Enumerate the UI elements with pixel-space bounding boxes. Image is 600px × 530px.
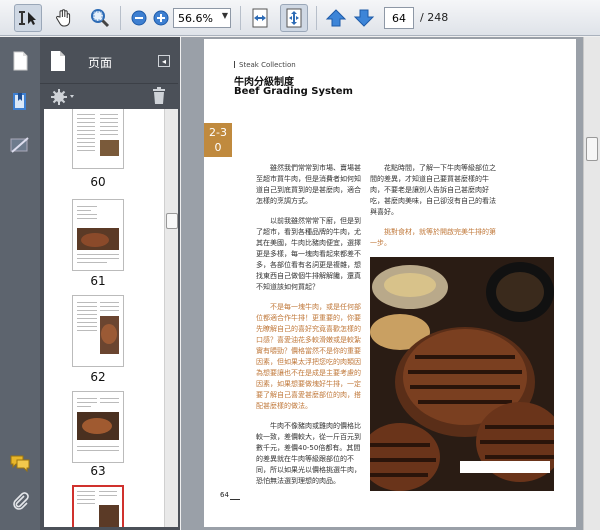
right-column-text: 花點時間，了解一下牛肉等級部位之間的差異，才知道自己要買甚麼樣的牛肉，不要老是讓… [370,163,498,258]
page-number: 64 [220,491,229,499]
pages-panel-icon[interactable] [8,49,32,73]
chevron-down-icon[interactable]: ▼ [222,11,228,20]
section-badge: 2-3 0 [204,123,232,157]
page-number-footer: 64 [220,491,240,500]
section-badge-number: 2-3 [209,126,227,139]
page-thumbnail[interactable] [72,391,124,463]
toolbar: 56.6% ▼ 64 / 248 [0,0,600,36]
document-scrollbar[interactable] [583,37,600,530]
panel-header: 页面 ◂ [40,41,178,83]
left-column-text: 雖然我們常常到市場、賣場甚至超市買牛肉，但是消費者如何知道自己到底買到的是甚麼肉… [256,163,362,496]
bookmarks-icon[interactable] [8,89,32,113]
paragraph: 花點時間，了解一下牛肉等級部位之間的差異，才知道自己要買甚麼樣的牛肉，不要老是讓… [370,164,496,216]
collapse-panel-button[interactable]: ◂ [158,55,170,67]
fit-width-icon[interactable] [246,4,274,32]
paragraph-highlight: 不是每一塊牛肉，或是任何部位都適合作牛排！更重要的，你要先瞭解自己的喜好究竟喜歡… [256,303,361,410]
zoom-level-value: 56.6% [178,11,213,25]
panel-tools [40,83,178,109]
marquee-zoom-icon[interactable] [86,4,114,32]
signatures-icon[interactable] [8,133,32,157]
thumbnail-label: 61 [90,274,106,288]
previous-page-icon[interactable] [322,4,350,32]
page-thumbnail[interactable] [72,199,124,271]
options-gear-icon[interactable] [50,88,76,110]
steak-photo [370,257,554,491]
section-badge-sub: 0 [214,141,222,154]
hand-tool-icon[interactable] [50,4,78,32]
fit-page-icon[interactable] [280,4,308,32]
document-page: Steak Collection 牛肉分級制度 Beef Grading Sys… [204,39,576,527]
pages-panel: 页面 ◂ 60 61 62 63 [40,37,180,530]
thumbnail-label: 60 [90,175,106,189]
page-thumbnail[interactable] [72,109,124,169]
page-total: / 248 [420,11,449,24]
document-scrollbar-thumb[interactable] [586,137,598,161]
thumbnail-label: 62 [90,370,106,384]
pages-icon [48,49,68,77]
page-thumbnail[interactable] [72,295,124,367]
page-number-input[interactable]: 64 [384,7,414,29]
next-page-icon[interactable] [350,4,378,32]
zoom-in-icon[interactable] [147,4,175,32]
toolbar-separator [120,6,121,30]
document-viewport: Steak Collection 牛肉分級制度 Beef Grading Sys… [181,37,600,530]
attachments-icon[interactable] [8,489,32,513]
thumbnail-list: 60 61 62 63 [44,109,178,527]
paragraph-highlight: 挑對食材，就等於開啟完美牛排的第一步。 [370,228,496,247]
toolbar-separator [240,6,241,30]
paragraph: 雖然我們常常到市場、賣場甚至超市買牛肉，但是消費者如何知道自己到底買到的是甚麼肉… [256,164,361,205]
thumbnail-label: 63 [90,464,106,478]
navigation-rail [0,37,40,530]
paragraph: 以前我雖然常常下廚，但是到了超市，看到各種品牌的牛肉，尤其在美國，牛肉比豬肉便宜… [256,217,361,291]
toolbar-separator [316,6,317,30]
thumbnail-scrollbar-thumb[interactable] [166,213,178,229]
select-tool-icon[interactable] [14,4,42,32]
panel-title: 页面 [88,56,113,70]
thumbnail-scrollbar[interactable] [164,109,178,527]
zoom-level-select[interactable]: 56.6% ▼ [173,8,231,28]
delete-trash-icon[interactable] [152,87,166,109]
chapter-title-en: Beef Grading System [234,86,353,97]
paragraph: 牛肉不像豬肉或雞肉的價格比較一致，差價較大，從一斤百元到數千元，差價40-50倍… [256,422,361,485]
comments-icon[interactable] [8,451,32,475]
series-header: Steak Collection [234,61,296,69]
series-title: Steak Collection [239,61,296,69]
page-thumbnail-selected[interactable] [72,485,124,527]
